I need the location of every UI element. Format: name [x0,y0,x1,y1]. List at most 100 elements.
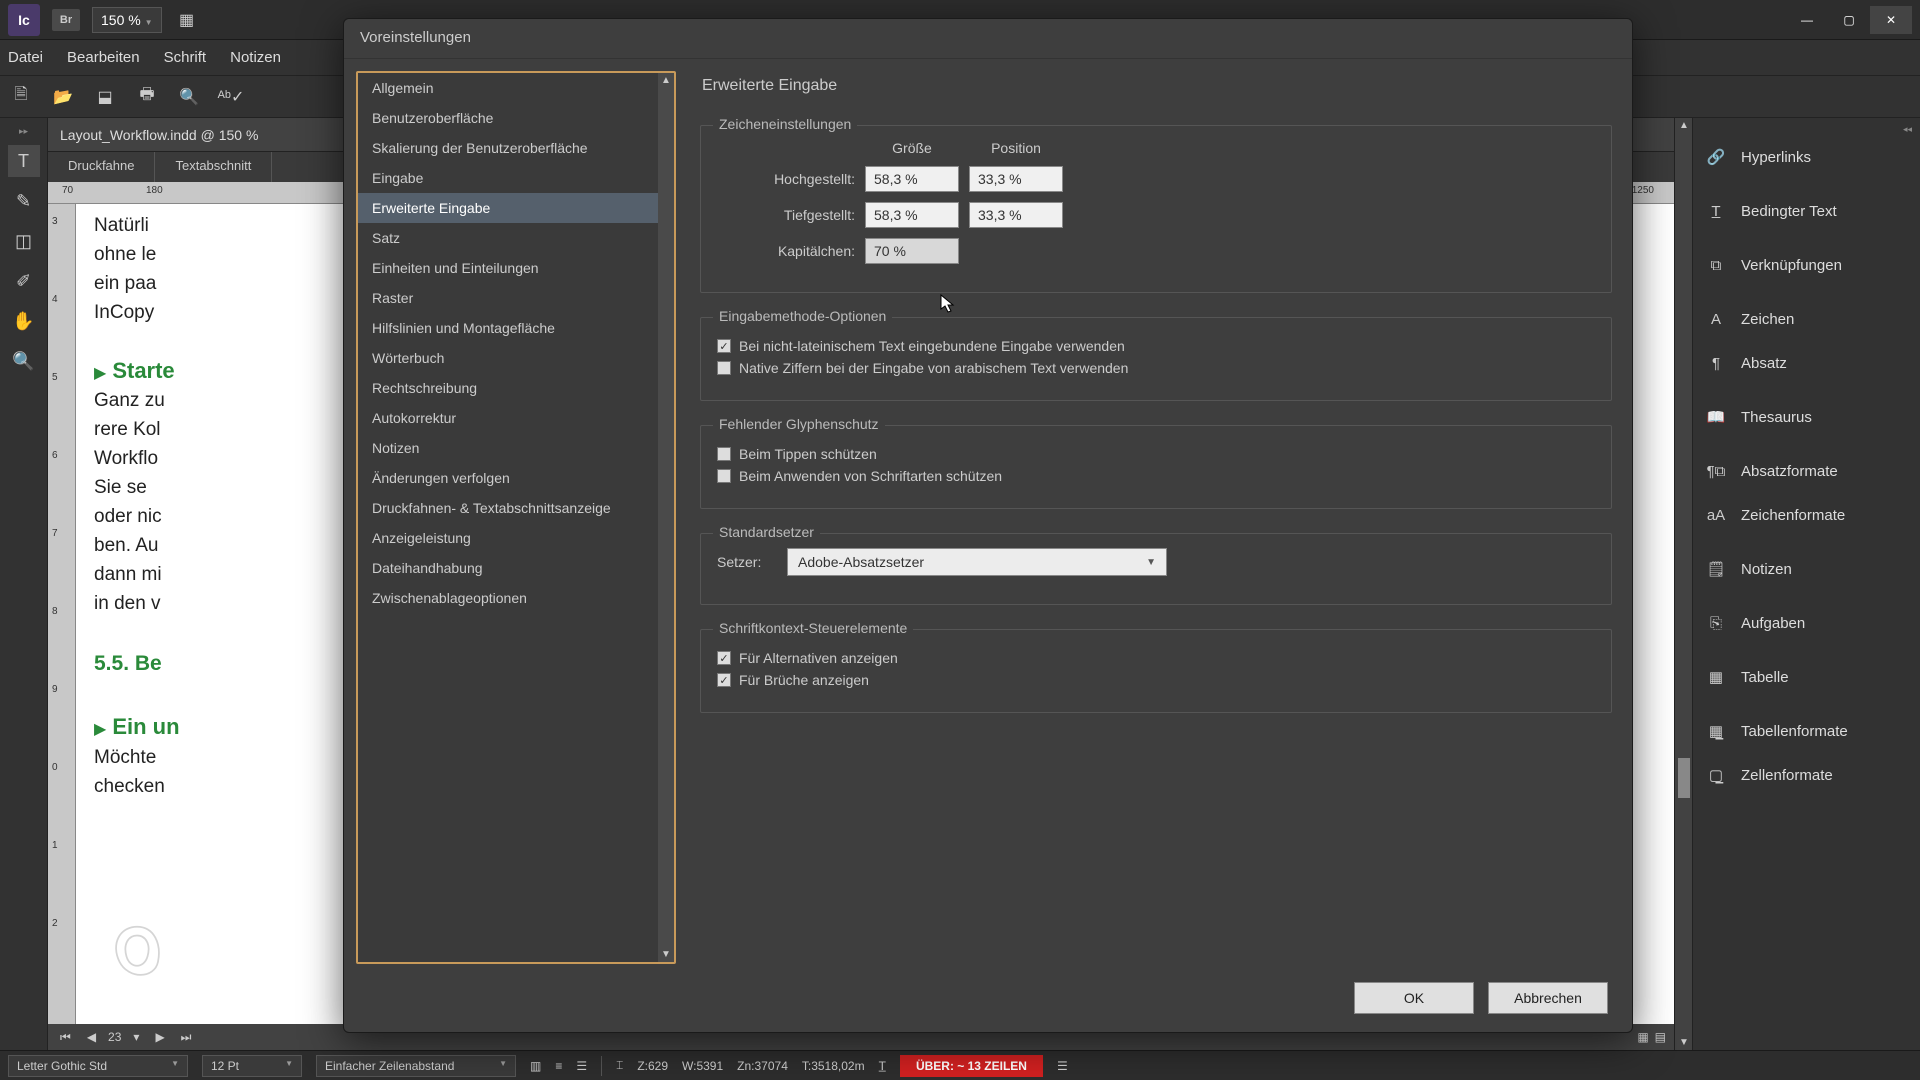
prev-page-button[interactable]: ◀ [83,1030,100,1044]
menu-icon[interactable]: ☰ [576,1059,587,1073]
position-tool-icon[interactable]: ◫ [8,225,40,257]
panel-hyperlinks[interactable]: 🔗Hyperlinks [1693,135,1920,179]
view-mode-icon[interactable]: ▦ [174,7,200,33]
menu-datei[interactable]: Datei [8,49,43,66]
note-tool-icon[interactable]: ✎ [8,185,40,217]
category-item[interactable]: Benutzeroberfläche [358,103,658,133]
input-tiefgestellt-position[interactable]: 33,3 % [969,202,1063,228]
table-icon: ▦ [1705,666,1727,688]
category-item[interactable]: Druckfahnen- & Textabschnittsanzeige [358,493,658,523]
category-item[interactable]: Notizen [358,433,658,463]
checkbox-alternates[interactable]: ✓Für Alternativen anzeigen [717,650,1595,666]
menu-bearbeiten[interactable]: Bearbeiten [67,49,140,66]
category-item[interactable]: Wörterbuch [358,343,658,373]
panel-bedingter-text[interactable]: T̲Bedingter Text [1693,189,1920,233]
window-close-button[interactable]: ✕ [1870,6,1912,34]
panel-tabelle[interactable]: ▦Tabelle [1693,655,1920,699]
category-scrollbar[interactable]: ▲ ▼ [658,73,674,962]
panel-tabellenformate[interactable]: ▦̲Tabellenformate [1693,709,1920,753]
checkbox-inline-input[interactable]: ✓Bei nicht-lateinischem Text eingebunden… [717,338,1595,354]
page-dropdown[interactable]: ▾ [129,1030,143,1044]
category-item[interactable]: Anzeigeleistung [358,523,658,553]
char-styles-icon: aA [1705,504,1727,526]
save-icon[interactable]: ⬓ [92,84,118,110]
status-t: T:3518,02m [802,1059,865,1073]
category-item[interactable]: Eingabe [358,163,658,193]
font-select[interactable]: Letter Gothic Std ▼ [8,1055,188,1077]
grid-view-icon[interactable]: ▦ [1637,1030,1648,1044]
print-icon[interactable]: 🖶 [134,84,160,110]
paragraph-icon: ¶ [1705,352,1727,374]
category-item[interactable]: Änderungen verfolgen [358,463,658,493]
checkbox-protect-fonts[interactable]: Beim Anwenden von Schriftarten schützen [717,468,1595,484]
window-maximize-button[interactable]: ▢ [1828,6,1870,34]
category-item[interactable]: Rechtschreibung [358,373,658,403]
zoom-tool-icon[interactable]: 🔍 [8,345,40,377]
input-hochgestellt-position[interactable]: 33,3 % [969,166,1063,192]
menu-schrift[interactable]: Schrift [164,49,207,66]
hyperlinks-icon: 🔗 [1705,146,1727,168]
category-item[interactable]: Allgemein [358,73,658,103]
category-item[interactable]: Zwischenablageoptionen [358,583,658,613]
assignments-icon: ⎘ [1705,612,1727,634]
ok-button[interactable]: OK [1354,982,1474,1014]
panel-zellenformate[interactable]: ▢̲Zellenformate [1693,753,1920,797]
panel-zeichenformate[interactable]: aAZeichenformate [1693,493,1920,537]
spellcheck-icon[interactable]: ᴬᵇ✓ [218,84,244,110]
chevron-down-icon: ▼ [1146,557,1156,568]
label-tiefgestellt: Tiefgestellt: [717,207,855,223]
menu-notizen[interactable]: Notizen [230,49,281,66]
input-hochgestellt-groesse[interactable]: 58,3 % [865,166,959,192]
cancel-button[interactable]: Abbrechen [1488,982,1608,1014]
category-item[interactable]: Skalierung der Benutzeroberfläche [358,133,658,163]
view-tab-textabschnitt[interactable]: Textabschnitt [155,152,272,182]
next-page-button[interactable]: ▶ [151,1030,168,1044]
align-icon[interactable]: ≡ [555,1059,562,1073]
checkbox-protect-typing[interactable]: Beim Tippen schützen [717,446,1595,462]
input-kapitaelchen[interactable]: 70 % [865,238,959,264]
eyedropper-tool-icon[interactable]: ✐ [8,265,40,297]
status-menu-icon[interactable]: ☰ [1057,1059,1068,1073]
window-minimize-button[interactable]: — [1786,6,1828,34]
doc-scrollbar[interactable]: ▲ ▼ [1674,118,1692,1050]
checkbox-native-digits[interactable]: Native Ziffern bei der Eingabe von arabi… [717,360,1595,376]
category-item[interactable]: Einheiten und Einteilungen [358,253,658,283]
group-zeicheneinstellungen: Zeicheneinstellungen GrößePosition Hochg… [700,125,1612,293]
conditional-text-icon: T̲ [1705,200,1727,222]
panel-zeichen[interactable]: AZeichen [1693,297,1920,341]
text-icon: T̲ [879,1059,886,1073]
category-item[interactable]: Hilfslinien und Montagefläche [358,313,658,343]
panel-absatz[interactable]: ¶Absatz [1693,341,1920,385]
category-item[interactable]: Satz [358,223,658,253]
open-icon[interactable]: 📂 [50,84,76,110]
panel-aufgaben[interactable]: ⎘Aufgaben [1693,601,1920,645]
type-tool-icon[interactable]: T [8,145,40,177]
zoom-select[interactable]: 150 % ▼ [92,7,162,33]
overset-warning[interactable]: ÜBER: ~ 13 ZEILEN [900,1055,1043,1077]
input-tiefgestellt-groesse[interactable]: 58,3 % [865,202,959,228]
checkbox-fractions[interactable]: ✓Für Brüche anzeigen [717,672,1595,688]
first-page-button[interactable]: ⏮ [56,1030,75,1045]
new-icon[interactable]: 🗎 [8,84,34,110]
view-tab-druckfahne[interactable]: Druckfahne [48,152,155,182]
columns-icon[interactable]: ▥ [530,1059,541,1073]
list-view-icon[interactable]: ▤ [1655,1030,1666,1044]
category-item[interactable]: Raster [358,283,658,313]
font-size-select[interactable]: 12 Pt ▼ [202,1055,302,1077]
panel-absatzformate[interactable]: ¶⧉Absatzformate [1693,449,1920,493]
category-item[interactable]: Dateihandhabung [358,553,658,583]
right-panel-dock: ◂◂ 🔗Hyperlinks T̲Bedingter Text ⧉Verknüp… [1692,118,1920,1050]
find-icon[interactable]: 🔍 [176,84,202,110]
category-item[interactable]: Autokorrektur [358,403,658,433]
last-page-button[interactable]: ⏭ [177,1030,196,1045]
preferences-dialog: Voreinstellungen AllgemeinBenutzeroberfl… [343,18,1633,1033]
category-item[interactable]: Erweiterte Eingabe [358,193,658,223]
panel-notizen[interactable]: 🗒Notizen [1693,547,1920,591]
panel-verknuepfungen[interactable]: ⧉Verknüpfungen [1693,243,1920,287]
hand-tool-icon[interactable]: ✋ [8,305,40,337]
panel-thesaurus[interactable]: 📖Thesaurus [1693,395,1920,439]
bridge-icon[interactable]: Br [52,9,80,31]
composer-select[interactable]: Adobe-Absatzsetzer▼ [787,548,1167,576]
status-w: W:5391 [682,1059,723,1073]
leading-select[interactable]: Einfacher Zeilenabstand ▼ [316,1055,516,1077]
